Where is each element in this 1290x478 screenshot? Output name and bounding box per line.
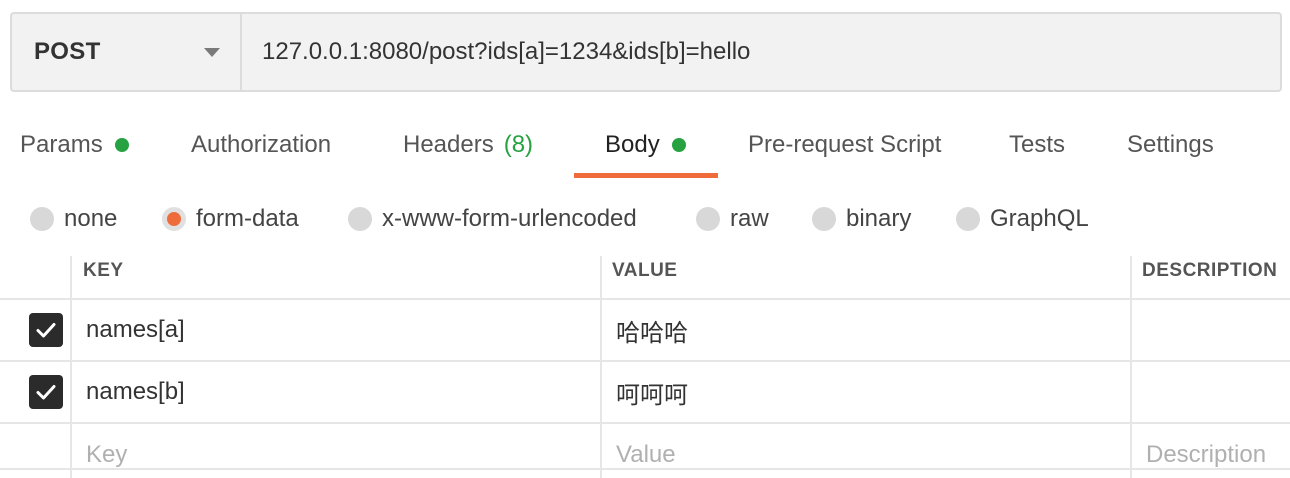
radio-icon — [30, 207, 54, 231]
radio-selected-icon — [162, 207, 186, 231]
body-type-form-data[interactable]: form-data — [162, 196, 299, 242]
radio-label: form-data — [196, 205, 299, 232]
value-cell[interactable]: 呵呵呵 — [616, 361, 688, 423]
tab-label: Settings — [1127, 131, 1214, 158]
checkmark-icon — [36, 323, 56, 338]
description-cell[interactable] — [1146, 299, 1290, 361]
key-cell[interactable]: names[a] — [86, 299, 185, 361]
url-input[interactable] — [242, 14, 1280, 90]
radio-icon — [956, 207, 980, 231]
radio-icon — [348, 207, 372, 231]
row-checkbox[interactable] — [29, 313, 63, 347]
body-type-x-www-form-urlencoded[interactable]: x-www-form-urlencoded — [348, 196, 637, 242]
radio-icon — [696, 207, 720, 231]
row-checkbox[interactable] — [29, 375, 63, 409]
radio-label: GraphQL — [990, 205, 1089, 232]
new-value-input[interactable]: Value — [616, 433, 676, 477]
radio-label: none — [64, 205, 118, 232]
method-label: POST — [34, 38, 101, 65]
tab-params[interactable]: Params — [20, 112, 129, 178]
tab-label: Params — [20, 131, 103, 158]
checkmark-icon — [36, 385, 56, 400]
tab-tests[interactable]: Tests — [1009, 112, 1065, 178]
column-header-key: KEY — [83, 260, 124, 281]
description-cell[interactable] — [1146, 361, 1290, 423]
body-type-selector: none form-data x-www-form-urlencoded raw… — [0, 196, 1290, 244]
column-header-value: VALUE — [612, 260, 678, 281]
radio-label: raw — [730, 205, 769, 232]
tab-body[interactable]: Body — [605, 112, 686, 178]
new-table-row: Key Value Description — [0, 423, 1290, 468]
chevron-down-icon — [204, 47, 220, 57]
value-cell[interactable]: 哈哈哈 — [616, 299, 688, 361]
tab-label: Pre-request Script — [748, 131, 942, 158]
body-type-binary[interactable]: binary — [812, 196, 911, 242]
request-tabs: Params Authorization Headers (8) Body Pr… — [0, 112, 1290, 180]
table-row: names[a] 哈哈哈 — [0, 299, 1290, 361]
radio-label: binary — [846, 205, 912, 232]
radio-icon — [812, 207, 836, 231]
form-data-table: KEY VALUE DESCRIPTION names[a] 哈哈哈 names… — [0, 244, 1290, 478]
body-type-graphql[interactable]: GraphQL — [956, 196, 1089, 242]
headers-count-badge: (8) — [503, 131, 534, 158]
tab-label: Tests — [1009, 131, 1066, 158]
body-type-none[interactable]: none — [30, 196, 117, 242]
tab-settings[interactable]: Settings — [1127, 112, 1214, 178]
tab-label: Authorization — [191, 131, 332, 158]
tab-authorization[interactable]: Authorization — [191, 112, 331, 178]
row-divider — [0, 468, 1290, 470]
tab-headers[interactable]: Headers (8) — [403, 112, 533, 178]
body-type-raw[interactable]: raw — [696, 196, 769, 242]
new-description-input[interactable]: Description — [1146, 433, 1266, 477]
status-dot-icon — [114, 138, 129, 152]
tab-label: Body — [605, 131, 660, 158]
table-row: names[b] 呵呵呵 — [0, 361, 1290, 423]
new-key-input[interactable]: Key — [86, 433, 127, 477]
active-tab-indicator — [574, 173, 718, 178]
tab-label: Headers — [403, 131, 494, 158]
radio-label: x-www-form-urlencoded — [382, 205, 637, 232]
request-bar: POST — [10, 12, 1282, 92]
column-header-description: DESCRIPTION — [1142, 260, 1278, 281]
status-dot-icon — [671, 138, 686, 152]
tab-pre-request-script[interactable]: Pre-request Script — [748, 112, 941, 178]
method-select[interactable]: POST — [12, 14, 242, 90]
key-cell[interactable]: names[b] — [86, 361, 185, 423]
